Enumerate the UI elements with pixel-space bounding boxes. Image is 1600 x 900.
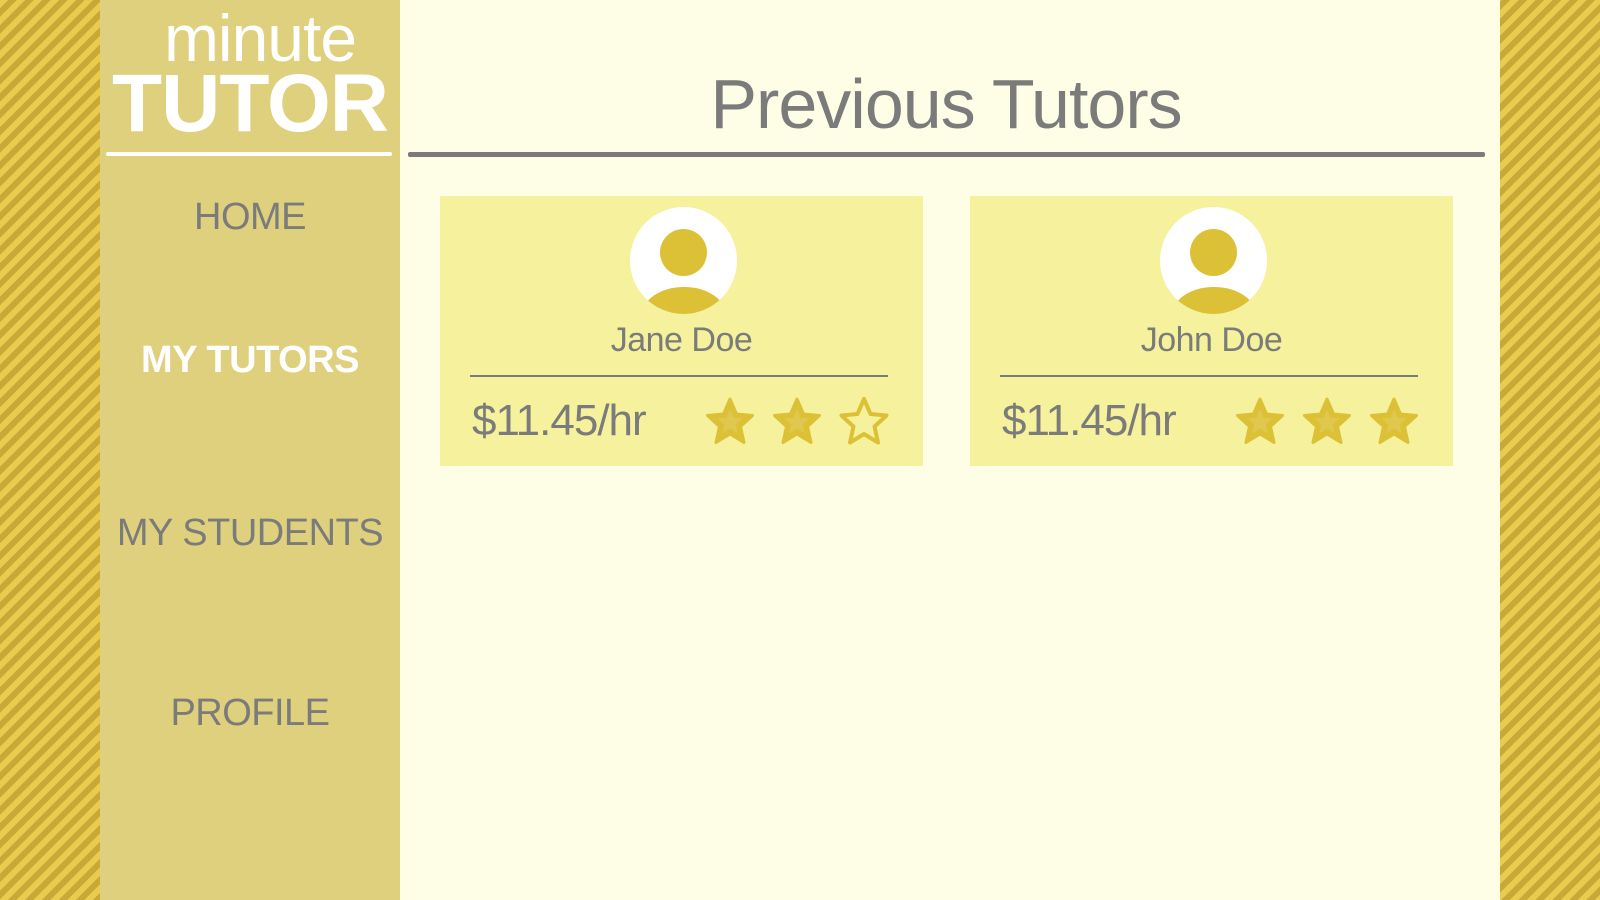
avatar-head-shape [1190,229,1237,276]
app-logo[interactable]: minute TUTOR [100,0,400,160]
tutor-card[interactable]: John Doe $11.45/hr [970,196,1453,466]
user-avatar-icon [1160,207,1267,314]
sidebar-item-my-students[interactable]: MY STUDENTS [100,512,400,555]
logo-text-tutor: TUTOR [112,58,389,149]
tutor-card[interactable]: Jane Doe $11.45/hr [440,196,923,466]
sidebar-item-my-tutors[interactable]: MY TUTORS [100,339,400,382]
sidebar-item-profile[interactable]: PROFILE [100,692,400,735]
user-avatar-icon [630,207,737,314]
sidebar-item-home[interactable]: HOME [100,196,400,239]
avatar-body-shape [642,287,726,314]
avatar-body-shape [1172,287,1256,314]
star-filled-icon[interactable] [769,394,825,450]
star-filled-icon[interactable] [1366,394,1422,450]
tutor-rate: $11.45/hr [472,396,647,445]
avatar-head-shape [660,229,707,276]
star-filled-icon[interactable] [1299,394,1355,450]
logo-divider [106,152,392,156]
star-rating[interactable] [702,394,902,450]
tutor-name: John Doe [1140,321,1283,359]
star-filled-icon[interactable] [1232,394,1288,450]
star-rating[interactable] [1232,394,1432,450]
card-divider [1000,375,1418,377]
card-divider [470,375,888,377]
sidebar: minute TUTOR HOME MY TUTORS MY STUDENTS … [100,0,400,900]
tutor-name: Jane Doe [610,321,753,359]
star-outline-icon[interactable] [836,394,892,450]
title-divider [408,152,1485,157]
page-title: Previous Tutors [710,65,1182,143]
main-content: Previous Tutors Jane Doe $11.45/hr John … [400,0,1500,900]
tutor-rate: $11.45/hr [1002,396,1177,445]
star-filled-icon[interactable] [702,394,758,450]
